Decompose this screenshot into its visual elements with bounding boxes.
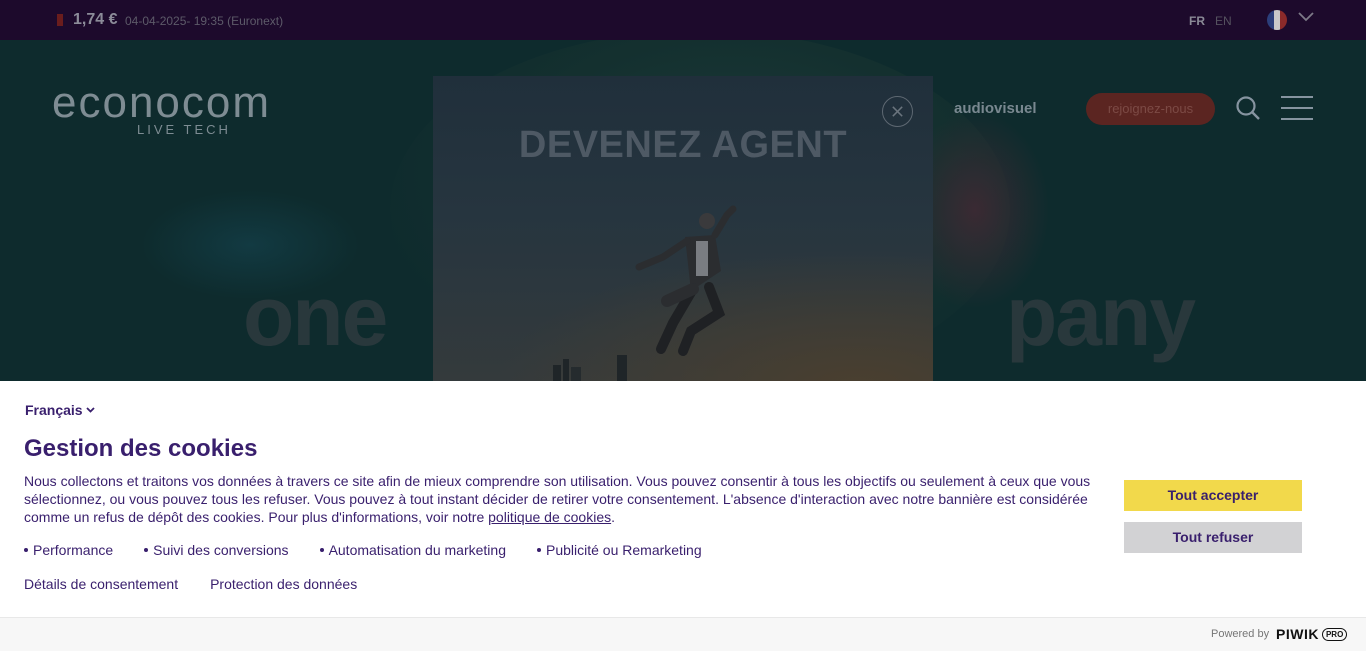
bullet-icon xyxy=(537,548,541,552)
menu-icon[interactable] xyxy=(1281,96,1313,120)
menu-line xyxy=(1281,96,1313,98)
bullet-icon xyxy=(319,548,324,552)
flag-stripe-white xyxy=(1273,10,1281,30)
language-fr-link[interactable]: FR xyxy=(1189,14,1205,28)
purpose-item-performance[interactable]: Performance xyxy=(24,542,113,558)
cookie-banner-description: Nous collectons et traitons vos données … xyxy=(24,472,1104,526)
purpose-label: Publicité ou Remarketing xyxy=(546,542,702,558)
data-protection-link[interactable]: Protection des données xyxy=(210,576,357,592)
hero-headline-right: pany xyxy=(1006,269,1196,363)
language-en-link[interactable]: EN xyxy=(1215,14,1232,28)
cookie-description-end: . xyxy=(611,509,616,525)
purpose-item-conversions[interactable]: Suivi des conversions xyxy=(144,542,289,558)
purpose-label: Suivi des conversions xyxy=(153,542,289,558)
cookie-policy-link[interactable]: politique de cookies xyxy=(488,509,611,525)
purpose-label: Performance xyxy=(33,542,114,558)
piwik-brand: PIWIK xyxy=(1276,626,1319,642)
join-us-button[interactable]: rejoignez-nous xyxy=(1086,93,1215,125)
purpose-label: Automatisation du marketing xyxy=(328,542,506,558)
stock-trend-icon xyxy=(57,14,63,26)
nav-item-audiovisuel[interactable]: audiovisuel xyxy=(954,100,1037,117)
menu-line xyxy=(1281,107,1313,109)
flag-stripe-red xyxy=(1280,10,1287,30)
bullet-icon xyxy=(24,548,28,552)
promo-modal: DEVENEZ AGENT xyxy=(433,76,933,381)
stock-ticker-bar: 1,74 € 04-04-2025- 19:35 (Euronext) FR E… xyxy=(0,0,1366,40)
flag-stripe-blue xyxy=(1267,10,1274,30)
stock-price: 1,74 € xyxy=(73,11,118,28)
language-select-label: Français xyxy=(25,402,83,418)
purpose-item-marketing-automation[interactable]: Automatisation du marketing xyxy=(319,542,506,558)
logo-tagline: LIVE TECH xyxy=(137,122,231,137)
hero-headline-left: one xyxy=(243,269,388,363)
country-flag-icon[interactable] xyxy=(1267,10,1287,30)
consent-details-link[interactable]: Détails de consentement xyxy=(24,576,178,592)
powered-by-label: Powered by xyxy=(1211,628,1270,640)
cookie-banner: Français Gestion des cookies Nous collec… xyxy=(0,381,1366,617)
accept-all-button[interactable]: Tout accepter xyxy=(1124,480,1302,511)
powered-by-bar: Powered by PIWIK PRO xyxy=(0,617,1366,651)
purpose-item-remarketing[interactable]: Publicité ou Remarketing xyxy=(537,542,702,558)
cookie-purposes-list: Performance Suivi des conversions Automa… xyxy=(24,542,733,558)
chevron-down-icon xyxy=(85,407,95,413)
close-icon[interactable] xyxy=(882,96,913,127)
refuse-all-button[interactable]: Tout refuser xyxy=(1124,522,1302,553)
city-skyline-image xyxy=(553,355,627,381)
site-logo[interactable]: econocom xyxy=(52,78,271,128)
cookie-footer-links: Détails de consentement Protection des d… xyxy=(24,576,389,592)
piwik-pro-logo[interactable]: PIWIK PRO xyxy=(1276,626,1348,642)
cookie-banner-title: Gestion des cookies xyxy=(24,435,258,462)
piwik-pro-badge: PRO xyxy=(1321,627,1348,641)
chevron-down-icon[interactable] xyxy=(1298,12,1314,22)
stock-price-date: 04-04-2025- 19:35 (Euronext) xyxy=(125,14,284,28)
search-icon[interactable] xyxy=(1235,95,1261,121)
language-select[interactable]: Français xyxy=(25,402,95,418)
menu-line xyxy=(1281,118,1313,120)
bullet-icon xyxy=(144,548,149,552)
modal-title: DEVENEZ AGENT xyxy=(518,124,848,166)
